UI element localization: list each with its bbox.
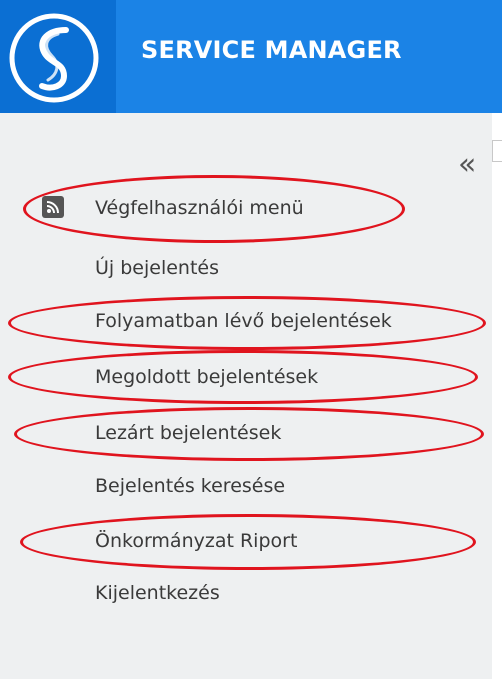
app-title: SERVICE MANAGER [141,36,402,64]
app-header: SERVICE MANAGER [0,0,502,113]
sidebar-item-in-progress-tickets[interactable]: Folyamatban lévő bejelentések [95,310,392,332]
logo[interactable] [0,0,116,113]
sidebar-item-resolved-tickets[interactable]: Megoldott bejelentések [95,366,318,388]
content-frame-edge [492,140,502,162]
rss-icon [42,196,64,218]
sidebar-item-search-ticket[interactable]: Bejelentés keresése [95,475,285,497]
service-manager-logo-icon [9,13,99,103]
collapse-sidebar-icon[interactable]: « [458,150,476,180]
main-content-edge [492,113,502,679]
sidebar-item-new-ticket[interactable]: Új bejelentés [95,257,219,279]
sidebar-item-municipality-report[interactable]: Önkormányzat Riport [95,530,297,552]
sidebar-item-end-user-menu[interactable]: Végfelhasználói menü [95,197,304,219]
sidebar-item-closed-tickets[interactable]: Lezárt bejelentések [95,422,281,444]
sidebar-item-logout[interactable]: Kijelentkezés [95,582,220,604]
